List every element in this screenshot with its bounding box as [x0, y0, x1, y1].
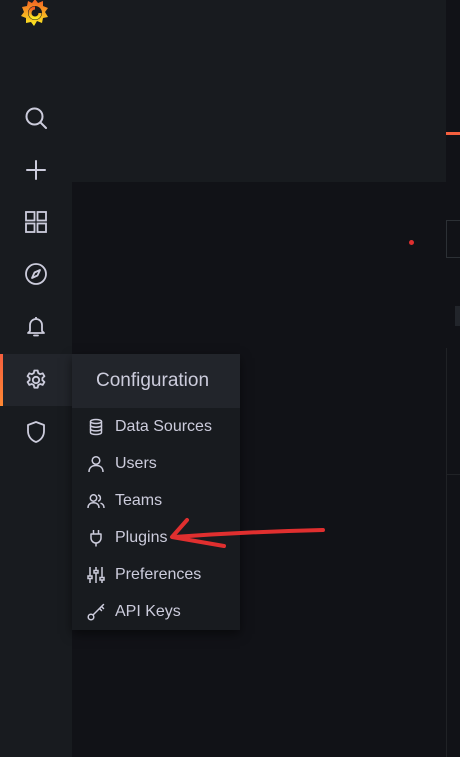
side-nav — [0, 0, 72, 757]
menu-item-preferences[interactable]: Preferences — [72, 556, 240, 593]
menu-item-label: Users — [115, 454, 157, 472]
nav-server-admin[interactable] — [0, 406, 72, 458]
plus-icon — [26, 160, 46, 180]
partial-control — [455, 306, 460, 326]
gear-icon — [26, 369, 46, 389]
user-icon — [87, 455, 105, 473]
grafana-logo-icon[interactable] — [18, 0, 52, 30]
annotation-arrow — [170, 518, 325, 548]
nav-search[interactable] — [0, 92, 72, 144]
menu-item-data-sources[interactable]: Data Sources — [72, 408, 240, 445]
search-icon — [25, 107, 47, 129]
menu-item-label: API Keys — [115, 602, 181, 620]
nav-create[interactable] — [0, 144, 72, 196]
tab-active-indicator — [446, 132, 460, 135]
nav-alerting[interactable] — [0, 300, 72, 352]
menu-item-users[interactable]: Users — [72, 445, 240, 482]
active-indicator — [0, 354, 3, 406]
users-icon — [87, 492, 105, 510]
panel-border — [446, 348, 447, 757]
page-header-area — [72, 0, 446, 182]
grafana-page: Configuration Data Sources Users Teams P… — [0, 0, 460, 757]
nav-configuration[interactable] — [0, 354, 72, 406]
shield-icon — [27, 421, 45, 443]
partial-input-field[interactable] — [446, 220, 460, 258]
key-icon — [87, 603, 105, 621]
bell-icon — [27, 317, 45, 337]
menu-item-label: Data Sources — [115, 417, 212, 435]
annotation-dot — [409, 240, 414, 245]
nav-dashboards[interactable] — [0, 196, 72, 248]
configuration-menu-title[interactable]: Configuration — [72, 354, 240, 408]
nav-explore[interactable] — [0, 248, 72, 300]
dashboards-grid-icon — [25, 211, 47, 233]
compass-icon — [25, 263, 47, 285]
menu-item-label: Preferences — [115, 565, 202, 583]
sliders-icon — [87, 566, 105, 584]
plug-icon — [87, 529, 105, 547]
menu-item-api-keys[interactable]: API Keys — [72, 593, 240, 630]
configuration-menu: Configuration Data Sources Users Teams P… — [72, 354, 240, 630]
panel-divider — [446, 474, 460, 475]
menu-item-label: Teams — [115, 491, 163, 509]
database-icon — [87, 418, 105, 436]
